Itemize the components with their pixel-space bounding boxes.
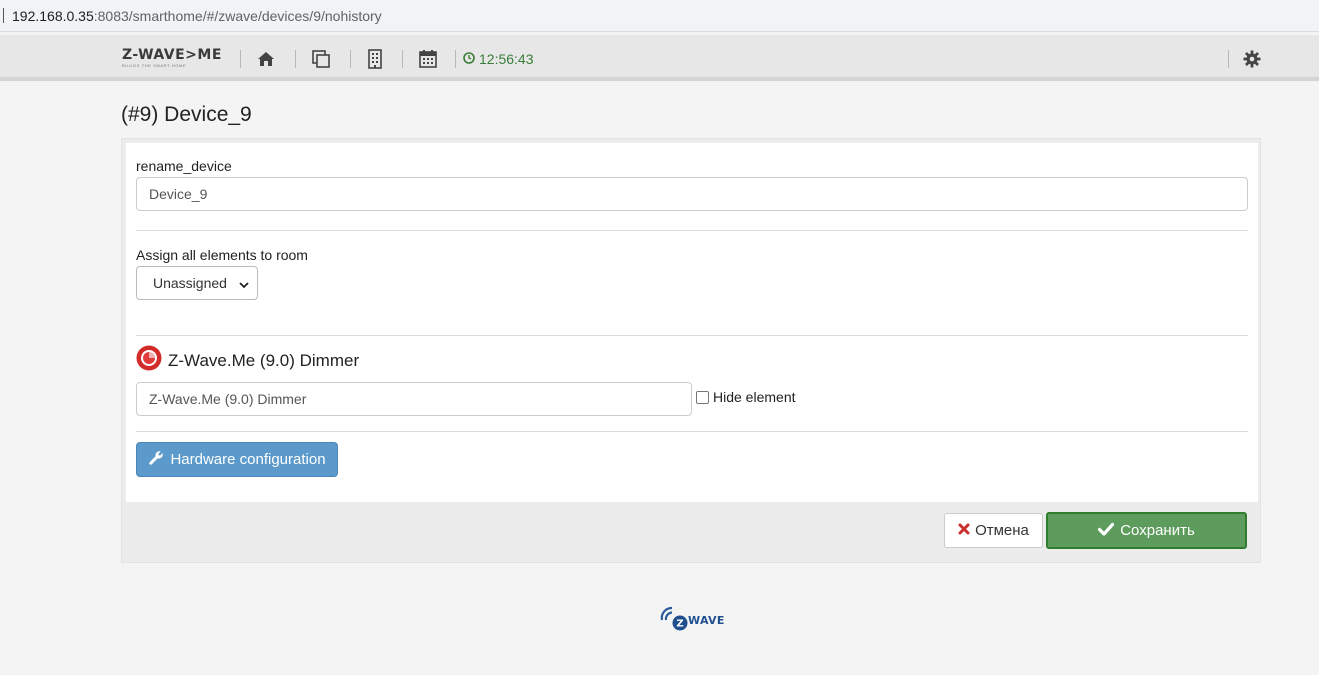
cancel-label: Отмена bbox=[975, 522, 1029, 539]
assign-room-label: Assign all elements to room bbox=[136, 247, 308, 263]
zwave-footer-text: WAVE bbox=[688, 614, 725, 627]
element-name-input[interactable] bbox=[136, 382, 692, 416]
rename-device-label: rename_device bbox=[136, 158, 232, 174]
divider bbox=[136, 431, 1248, 432]
text-caret bbox=[3, 8, 4, 23]
url-text[interactable]: 192.168.0.35:8083/smarthome/#/zwave/devi… bbox=[12, 8, 382, 24]
element-title: Z-Wave.Me (9.0) Dimmer bbox=[168, 350, 360, 370]
divider bbox=[136, 335, 1248, 336]
device-panel: rename_device Assign all elements to roo… bbox=[121, 138, 1261, 563]
clock: 12:56:43 bbox=[463, 51, 534, 67]
clock-time: 12:56:43 bbox=[479, 51, 534, 67]
gear-icon[interactable] bbox=[1241, 48, 1263, 70]
nav-divider bbox=[402, 50, 403, 68]
nav-divider bbox=[240, 50, 241, 68]
save-label: Сохранить bbox=[1120, 522, 1195, 539]
close-icon bbox=[958, 522, 970, 539]
wrench-icon bbox=[148, 450, 164, 470]
hide-element-control[interactable]: Hide element bbox=[696, 389, 796, 405]
home-icon[interactable] bbox=[255, 48, 277, 70]
hardware-configuration-button[interactable]: Hardware configuration bbox=[136, 442, 338, 477]
panel-body: rename_device Assign all elements to roo… bbox=[126, 143, 1258, 502]
svg-text:Z: Z bbox=[676, 619, 683, 630]
page-title: (#9) Device_9 bbox=[121, 103, 252, 126]
divider bbox=[136, 230, 1248, 231]
logo-tagline: BUILDS THE SMART HOME bbox=[122, 63, 187, 68]
building-icon[interactable] bbox=[364, 48, 386, 70]
nav-divider bbox=[350, 50, 351, 68]
chevron-down-icon bbox=[239, 277, 249, 293]
hardware-configuration-label: Hardware configuration bbox=[170, 451, 326, 468]
nav-divider bbox=[1228, 50, 1229, 68]
nav-divider bbox=[295, 50, 296, 68]
zwave-me-logo[interactable]: Z-WAVE>ME BUILDS THE SMART HOME bbox=[122, 47, 222, 73]
dimmer-icon bbox=[136, 345, 162, 376]
rename-device-input[interactable] bbox=[136, 177, 1248, 211]
check-icon bbox=[1098, 522, 1115, 540]
nav-divider bbox=[455, 50, 456, 68]
url-path: :8083/smarthome/#/zwave/devices/9/nohist… bbox=[93, 8, 382, 24]
hide-element-label: Hide element bbox=[713, 389, 796, 405]
element-header: Z-Wave.Me (9.0) Dimmer bbox=[136, 345, 359, 376]
calendar-icon[interactable] bbox=[417, 48, 439, 70]
top-navbar: Z-WAVE>ME BUILDS THE SMART HOME 12:56:43 bbox=[0, 35, 1319, 81]
logo-text: Z-WAVE>ME bbox=[122, 47, 222, 63]
cancel-button[interactable]: Отмена bbox=[944, 513, 1043, 548]
hide-element-checkbox[interactable] bbox=[696, 390, 709, 404]
zwave-footer-logo: Z WAVE bbox=[659, 602, 727, 632]
browser-address-bar[interactable]: 192.168.0.35:8083/smarthome/#/zwave/devi… bbox=[0, 0, 1319, 32]
url-host: 192.168.0.35 bbox=[12, 8, 94, 24]
copy-icon[interactable] bbox=[310, 48, 332, 70]
clock-icon bbox=[463, 51, 475, 67]
save-button[interactable]: Сохранить bbox=[1046, 512, 1247, 549]
room-select[interactable]: Unassigned bbox=[136, 266, 258, 300]
room-select-value: Unassigned bbox=[153, 275, 227, 291]
